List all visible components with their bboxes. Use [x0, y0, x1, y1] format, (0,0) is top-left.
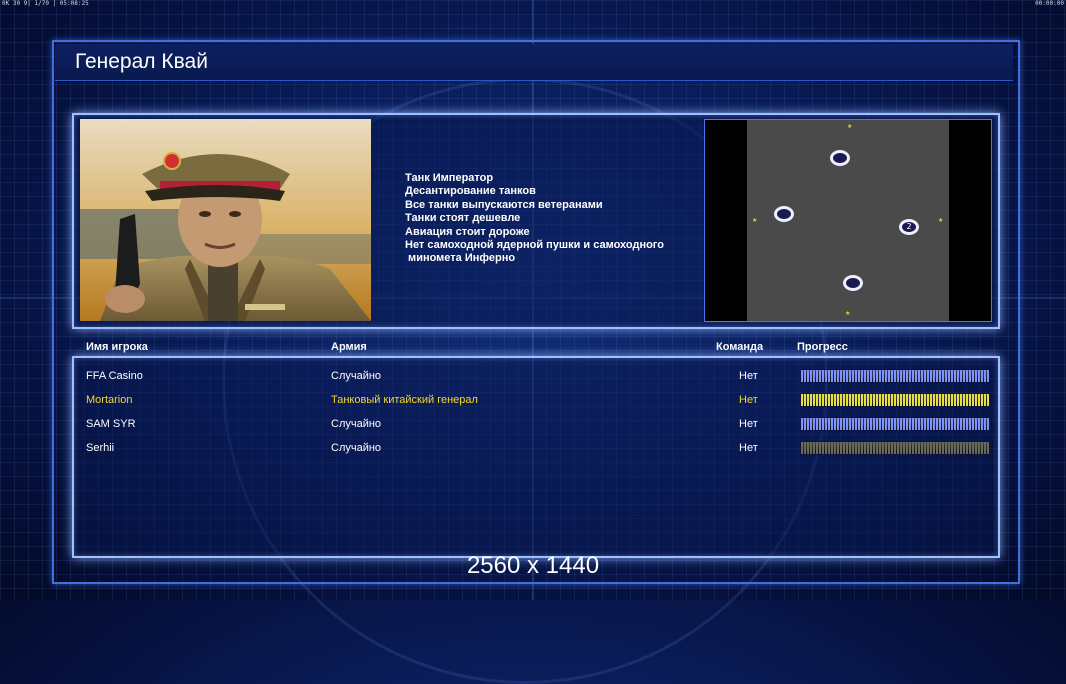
- trait-item: Нет самоходной ядерной пушки и самоходно…: [405, 239, 664, 252]
- supply-star-icon: ★: [845, 311, 851, 317]
- start-position-label: [777, 209, 791, 219]
- player-name: Serhii: [86, 442, 115, 454]
- player-team: Нет: [739, 394, 758, 406]
- trait-item: Танк Император: [405, 172, 494, 184]
- header-progress: Прогресс: [797, 341, 848, 353]
- trait-item: Танки стоят дешевле: [405, 212, 521, 225]
- player-progress-bar: [800, 393, 990, 407]
- player-team: Нет: [739, 418, 758, 430]
- start-position-marker[interactable]: [843, 275, 863, 291]
- player-army: Случайно: [331, 418, 382, 430]
- trait-item: Все танки выпускаются ветеранами: [405, 198, 603, 211]
- trait-item: минометa Инферно: [405, 252, 516, 265]
- start-position-label: [833, 153, 847, 163]
- status-overlay: 0K 30 9| 1/70 | 05:08:25 00:00:00: [0, 0, 1066, 8]
- status-overlay-left: 0K 30 9| 1/70 | 05:08:25: [2, 0, 89, 7]
- player-team: Нет: [739, 370, 758, 382]
- header-team: Команда: [716, 341, 764, 353]
- start-position-label: [846, 278, 860, 288]
- general-traits-list: Танк Император Десантирование танков Все…: [405, 172, 664, 266]
- trait-item: Десантирование танков: [405, 185, 536, 198]
- supply-star-icon: ★: [938, 218, 944, 224]
- player-row: SAM SYR Случайно Нет: [74, 412, 998, 436]
- start-position-marker[interactable]: 2: [899, 219, 919, 235]
- player-progress-bar: [800, 369, 990, 383]
- player-progress-bar: [800, 441, 990, 455]
- player-name: SAM SYR: [86, 418, 136, 430]
- player-row: Mortarion Танковый китайский генерал Нет: [74, 388, 998, 412]
- minimap-preview: ★ ★ ★ ★ 2: [704, 119, 992, 322]
- player-name: FFA Casino: [86, 370, 143, 382]
- player-row: FFA Casino Случайно Нет: [74, 364, 998, 388]
- player-army: Случайно: [331, 442, 382, 454]
- supply-star-icon: ★: [752, 218, 758, 224]
- general-portrait: [80, 119, 371, 321]
- header-army: Армия: [331, 341, 367, 353]
- trait-item: Авиация стоит дороже: [405, 225, 530, 238]
- general-title: Генерал Квай: [75, 50, 208, 73]
- player-name: Mortarion: [86, 394, 133, 406]
- player-army: Танковый китайский генерал: [331, 394, 478, 406]
- player-list: FFA Casino Случайно Нет Mortarion Танков…: [72, 356, 1000, 558]
- player-army: Случайно: [331, 370, 382, 382]
- player-team: Нет: [739, 442, 758, 454]
- start-position-label: 2: [906, 222, 912, 231]
- resolution-watermark: 2560 x 1440: [466, 552, 600, 579]
- supply-star-icon: ★: [847, 124, 853, 130]
- player-progress-bar: [800, 417, 990, 431]
- start-position-marker[interactable]: [830, 150, 850, 166]
- header-player-name: Имя игрока: [86, 341, 148, 353]
- player-row: Serhii Случайно Нет: [74, 436, 998, 460]
- status-overlay-clock: 00:00:00: [1035, 0, 1064, 7]
- start-position-marker[interactable]: [774, 206, 794, 222]
